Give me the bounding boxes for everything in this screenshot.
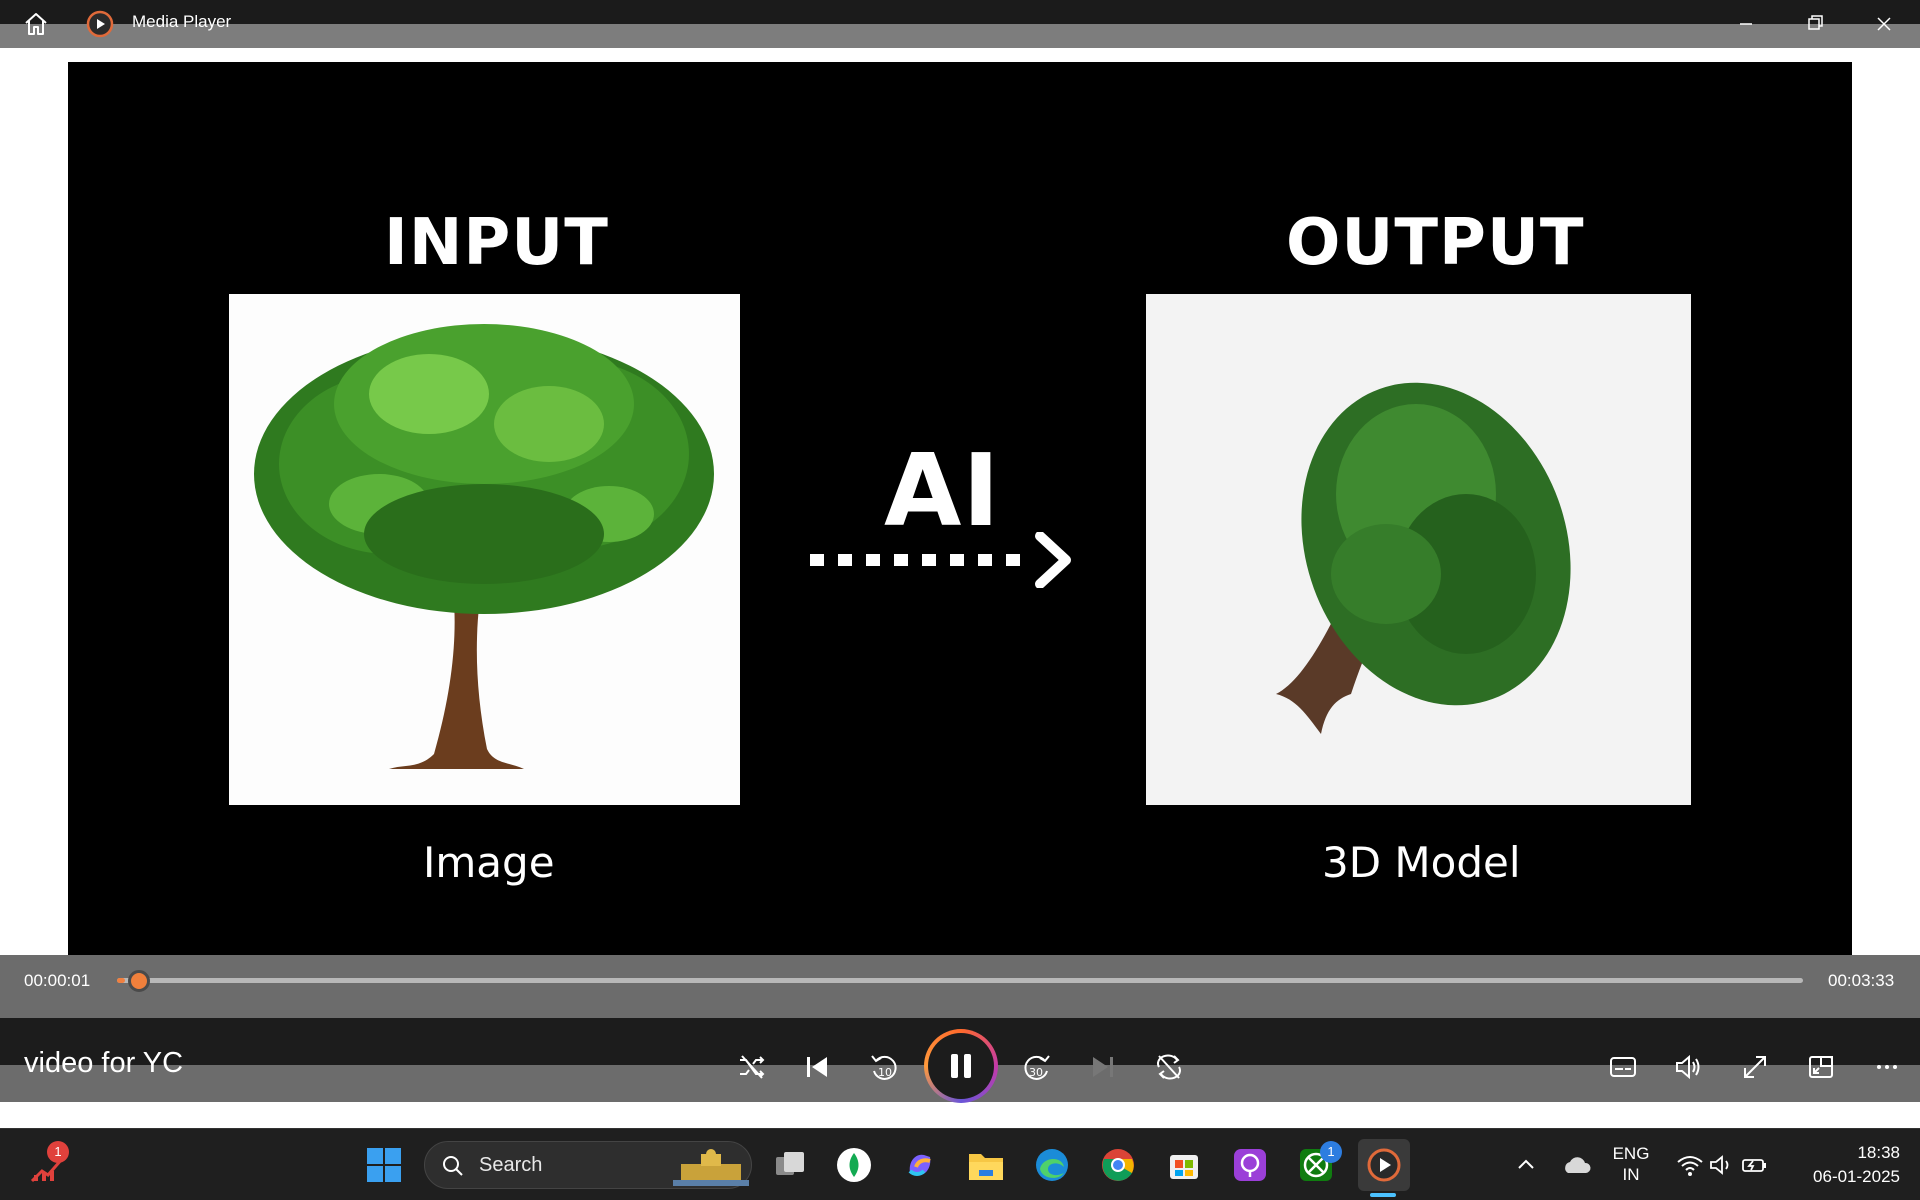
- shuffle-button[interactable]: [732, 1047, 772, 1087]
- copilot-button[interactable]: [898, 1143, 942, 1187]
- chevron-up-icon: [1518, 1159, 1534, 1169]
- captions-button[interactable]: [1603, 1047, 1643, 1087]
- fullscreen-button[interactable]: [1735, 1047, 1775, 1087]
- search-icon: [443, 1156, 463, 1176]
- language-code: ENG: [1612, 1144, 1650, 1163]
- rewind-10-button[interactable]: 10: [864, 1047, 904, 1087]
- podcast-icon: [1234, 1149, 1266, 1181]
- more-icon: [1877, 1065, 1897, 1069]
- miniplayer-button[interactable]: [1801, 1047, 1841, 1087]
- window-title: Media Player: [132, 12, 232, 31]
- language-indicator[interactable]: ENG IN: [1606, 1143, 1656, 1185]
- search-box[interactable]: Search: [424, 1141, 752, 1189]
- video-frame[interactable]: INPUT OUTPUT AI Image 3D Model: [68, 62, 1852, 1062]
- title-bar: Media Player: [0, 0, 1920, 48]
- miniplayer-icon: [1809, 1056, 1833, 1078]
- video-title: video for YC: [24, 1047, 184, 1079]
- clock-date: 06-01-2025: [1813, 1167, 1900, 1186]
- svg-text:10: 10: [878, 1066, 892, 1079]
- current-time: 00:00:01: [24, 971, 91, 990]
- next-button[interactable]: [1083, 1047, 1123, 1087]
- seek-bar[interactable]: [117, 978, 1803, 983]
- tree-illustration: [254, 324, 714, 769]
- edge-button[interactable]: [1030, 1143, 1074, 1187]
- battery-button[interactable]: [1732, 1143, 1776, 1187]
- volume-button[interactable]: [1669, 1047, 1709, 1087]
- more-options-button[interactable]: [1867, 1047, 1907, 1087]
- task-view-button[interactable]: [768, 1143, 812, 1187]
- store-icon: [1170, 1155, 1198, 1179]
- cloud-icon: [1565, 1157, 1591, 1173]
- repeat-button[interactable]: [1149, 1047, 1189, 1087]
- taskbar: 1 Search 1 ENG IN 18:38 06-01-2025: [0, 1128, 1920, 1200]
- file-explorer-button[interactable]: [964, 1143, 1008, 1187]
- language-region: IN: [1622, 1165, 1640, 1184]
- restore-button[interactable]: [1795, 8, 1835, 40]
- media-player-app-icon: [86, 10, 114, 38]
- input-caption: Image: [423, 838, 555, 887]
- playback-controls: 00:00:01 00:03:33 video for YC 10 30: [0, 955, 1920, 1103]
- pause-icon: [951, 1054, 971, 1078]
- mongodb-leaf-icon: [837, 1148, 871, 1182]
- media-player-taskbar-button[interactable]: [1358, 1139, 1410, 1191]
- video-stage: INPUT OUTPUT AI Image 3D Model: [0, 48, 1920, 1062]
- edge-icon: [1036, 1149, 1068, 1181]
- folder-icon: [969, 1154, 1003, 1180]
- task-view-icon: [776, 1152, 804, 1175]
- copilot-icon: [908, 1154, 931, 1176]
- repeat-icon: [1157, 1054, 1181, 1080]
- captions-icon: [1610, 1057, 1636, 1077]
- forward-30-icon: 30: [1024, 1055, 1050, 1080]
- media-player-icon: [1367, 1148, 1401, 1182]
- clock-time: 18:38: [1857, 1143, 1900, 1162]
- seek-bar-progress: [117, 978, 126, 983]
- fullscreen-icon: [1744, 1056, 1766, 1078]
- mongodb-compass-button[interactable]: [832, 1143, 876, 1187]
- widgets-badge: 1: [47, 1141, 69, 1163]
- home-icon[interactable]: [20, 8, 52, 40]
- show-hidden-icons-button[interactable]: [1504, 1143, 1548, 1187]
- microsoft-store-button[interactable]: [1162, 1143, 1206, 1187]
- output-heading: OUTPUT: [1286, 206, 1585, 280]
- minimize-button[interactable]: [1726, 8, 1766, 40]
- previous-icon: [807, 1057, 827, 1077]
- battery-charging-icon: [1742, 1159, 1766, 1172]
- volume-icon: [1676, 1054, 1700, 1080]
- title-bar-shade: [0, 24, 1920, 48]
- shuffle-icon: [740, 1055, 765, 1079]
- clock[interactable]: 18:38 06-01-2025: [1790, 1141, 1900, 1189]
- 3d-tree-model: [1276, 382, 1571, 734]
- total-time: 00:03:33: [1828, 971, 1895, 990]
- output-caption: 3D Model: [1322, 838, 1521, 887]
- onedrive-button[interactable]: [1554, 1143, 1598, 1187]
- forward-30-button[interactable]: 30: [1017, 1047, 1057, 1087]
- next-icon: [1093, 1057, 1113, 1077]
- rewind-10-icon: 10: [871, 1055, 897, 1080]
- dotted-arrow-icon: [810, 532, 1071, 588]
- close-button[interactable]: [1864, 8, 1904, 40]
- xbox-badge: 1: [1320, 1141, 1342, 1163]
- search-placeholder: Search: [479, 1154, 543, 1176]
- output-model-panel: [1146, 294, 1691, 805]
- active-app-indicator: [1370, 1193, 1396, 1197]
- timeline-area: [0, 955, 1920, 1018]
- input-heading: INPUT: [384, 206, 609, 280]
- input-image-panel: [229, 294, 740, 805]
- windows-icon: [367, 1148, 401, 1182]
- chrome-icon: [1102, 1149, 1134, 1181]
- podcast-app-button[interactable]: [1228, 1143, 1272, 1187]
- search-highlight-icon: [673, 1149, 749, 1186]
- pause-button[interactable]: [924, 1029, 998, 1103]
- svg-text:30: 30: [1029, 1066, 1043, 1079]
- chrome-button[interactable]: [1096, 1143, 1140, 1187]
- start-button[interactable]: [362, 1143, 406, 1187]
- previous-button[interactable]: [797, 1047, 837, 1087]
